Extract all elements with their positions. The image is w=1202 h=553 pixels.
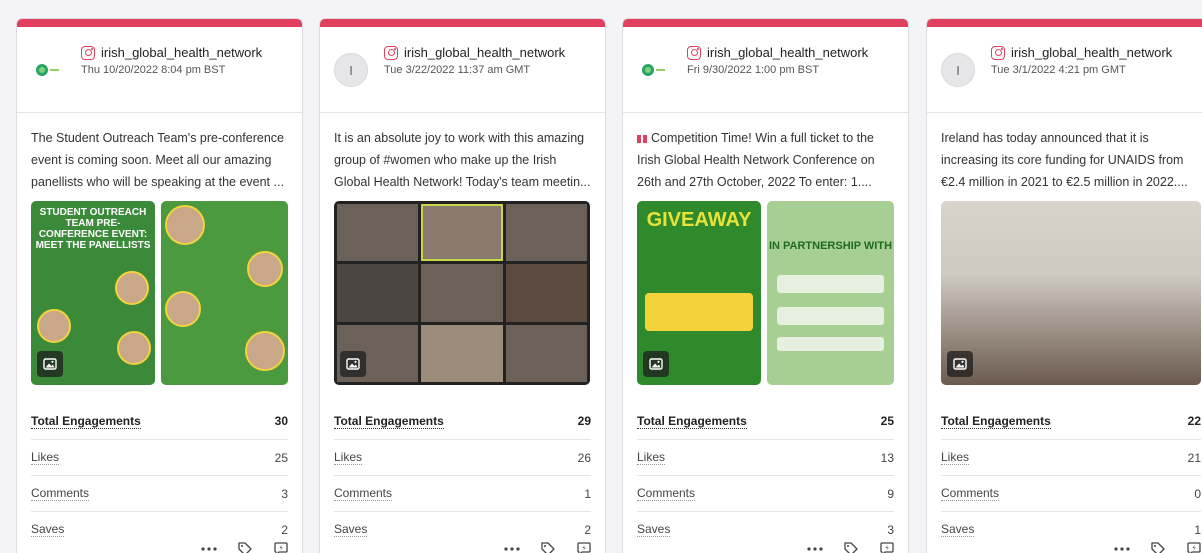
panellist-photo xyxy=(37,309,71,343)
more-icon[interactable] xyxy=(200,540,218,553)
poster-title: STUDENT OUTREACH TEAM PRE-CONFERENCE EVE… xyxy=(35,207,151,251)
avatar xyxy=(637,53,671,87)
instagram-icon xyxy=(81,45,95,60)
boost-icon[interactable] xyxy=(1185,540,1202,553)
post-header: irish_global_health_network Fri 9/30/202… xyxy=(623,27,908,113)
media-image[interactable]: STUDENT OUTREACH TEAM PRE-CONFERENCE EVE… xyxy=(31,201,155,385)
card-accent-bar xyxy=(623,19,908,27)
panellist-photo xyxy=(115,271,149,305)
post-media[interactable]: STUDENT OUTREACH TEAM PRE-CONFERENCE EVE… xyxy=(31,201,288,385)
media-image[interactable]: IN PARTNERSHIP WITH xyxy=(767,201,894,385)
post-card[interactable]: irish_global_health_network Thu 10/20/20… xyxy=(16,18,303,553)
network-logo-icon xyxy=(36,64,59,76)
poster-subtitle: IN PARTNERSHIP WITH xyxy=(768,240,893,252)
more-icon[interactable] xyxy=(1113,540,1131,553)
post-header: irish_global_health_network Thu 10/20/20… xyxy=(17,27,302,113)
post-text: Ireland has today announced that it is i… xyxy=(941,131,1188,189)
boost-icon[interactable] xyxy=(272,540,290,553)
panellist-photo xyxy=(245,331,285,371)
post-media[interactable]: GIVEAWAY IN PARTNERSHIP WITH xyxy=(637,201,894,385)
post-actions xyxy=(200,540,290,553)
account-handle[interactable]: irish_global_health_network xyxy=(707,45,868,60)
avatar xyxy=(31,53,65,87)
post-card[interactable]: I irish_global_health_network Tue 3/22/2… xyxy=(319,18,606,553)
account-handle[interactable]: irish_global_health_network xyxy=(404,45,565,60)
card-accent-bar xyxy=(17,19,302,27)
panellist-photo xyxy=(247,251,283,287)
panellist-photo xyxy=(117,331,151,365)
avatar: I xyxy=(334,53,368,87)
likes-row: Likes 25 xyxy=(31,439,288,475)
likes-row: Likes 13 xyxy=(637,439,894,475)
card-accent-bar xyxy=(320,19,605,27)
total-engagements-row: Total Engagements 22 xyxy=(941,413,1201,429)
engagement-metrics: Total Engagements 30 Likes 25 Comments 3 Sa… xyxy=(31,403,288,547)
tag-icon[interactable] xyxy=(1149,540,1167,553)
media-image[interactable] xyxy=(161,201,288,385)
more-icon[interactable] xyxy=(806,540,824,553)
photo-icon xyxy=(643,351,669,377)
post-text: The Student Outreach Team's pre-conferen… xyxy=(31,131,284,189)
engagement-metrics: Total Engagements 29 Likes 26 Comments 1 Sa… xyxy=(334,403,591,547)
instagram-icon xyxy=(384,45,398,60)
comments-row: Comments 9 xyxy=(637,475,894,511)
media-image[interactable]: GIVEAWAY xyxy=(637,201,761,385)
post-media[interactable] xyxy=(334,201,591,385)
network-logo-icon xyxy=(642,64,665,76)
total-engagements-row: Total Engagements 29 xyxy=(334,413,591,429)
likes-row: Likes 21 xyxy=(941,439,1201,475)
card-accent-bar xyxy=(927,19,1202,27)
media-image[interactable] xyxy=(334,201,590,385)
panellist-photo xyxy=(165,291,201,327)
comments-row: Comments 1 xyxy=(334,475,591,511)
panellist-photo xyxy=(165,205,205,245)
post-actions xyxy=(806,540,896,553)
post-media[interactable] xyxy=(941,201,1201,385)
post-header: I irish_global_health_network Tue 3/1/20… xyxy=(927,27,1202,113)
post-text: Competition Time! Win a full ticket to t… xyxy=(637,131,875,189)
tag-icon[interactable] xyxy=(236,540,254,553)
likes-row: Likes 26 xyxy=(334,439,591,475)
engagement-metrics: Total Engagements 22 Likes 21 Comments 0 Sa… xyxy=(941,403,1201,547)
post-actions xyxy=(1113,540,1202,553)
instagram-icon xyxy=(687,45,701,60)
post-date: Thu 10/20/2022 8:04 pm BST xyxy=(81,64,226,76)
poster-steps xyxy=(645,293,753,331)
comments-row: Comments 3 xyxy=(31,475,288,511)
account-handle[interactable]: irish_global_health_network xyxy=(101,45,262,60)
post-actions xyxy=(503,540,593,553)
post-card[interactable]: irish_global_health_network Fri 9/30/202… xyxy=(622,18,909,553)
video-call-grid xyxy=(334,201,590,385)
total-engagements-row: Total Engagements 30 xyxy=(31,413,288,429)
photo-icon xyxy=(947,351,973,377)
partner-logos xyxy=(777,275,884,293)
flag-icon xyxy=(637,134,647,143)
tag-icon[interactable] xyxy=(842,540,860,553)
post-header: I irish_global_health_network Tue 3/22/2… xyxy=(320,27,605,113)
post-date: Tue 3/22/2022 11:37 am GMT xyxy=(384,64,531,76)
post-card[interactable]: I irish_global_health_network Tue 3/1/20… xyxy=(926,18,1202,553)
avatar: I xyxy=(941,53,975,87)
boost-icon[interactable] xyxy=(878,540,896,553)
boost-icon[interactable] xyxy=(575,540,593,553)
post-date: Tue 3/1/2022 4:21 pm GMT xyxy=(991,64,1126,76)
post-text: It is an absolute joy to work with this … xyxy=(334,131,591,189)
photo-icon xyxy=(37,351,63,377)
instagram-icon xyxy=(991,45,1005,60)
poster-title: GIVEAWAY xyxy=(646,209,752,231)
tag-icon[interactable] xyxy=(539,540,557,553)
post-date: Fri 9/30/2022 1:00 pm BST xyxy=(687,64,820,76)
partner-logos xyxy=(777,337,884,351)
post-card-row: irish_global_health_network Thu 10/20/20… xyxy=(0,0,1202,553)
more-icon[interactable] xyxy=(503,540,521,553)
total-engagements-row: Total Engagements 25 xyxy=(637,413,894,429)
photo-icon xyxy=(340,351,366,377)
comments-row: Comments 0 xyxy=(941,475,1201,511)
partner-logos xyxy=(777,307,884,325)
engagement-metrics: Total Engagements 25 Likes 13 Comments 9 Sa… xyxy=(637,403,894,547)
media-image[interactable] xyxy=(941,201,1201,385)
group-photo xyxy=(941,201,1201,385)
account-handle[interactable]: irish_global_health_network xyxy=(1011,45,1172,60)
